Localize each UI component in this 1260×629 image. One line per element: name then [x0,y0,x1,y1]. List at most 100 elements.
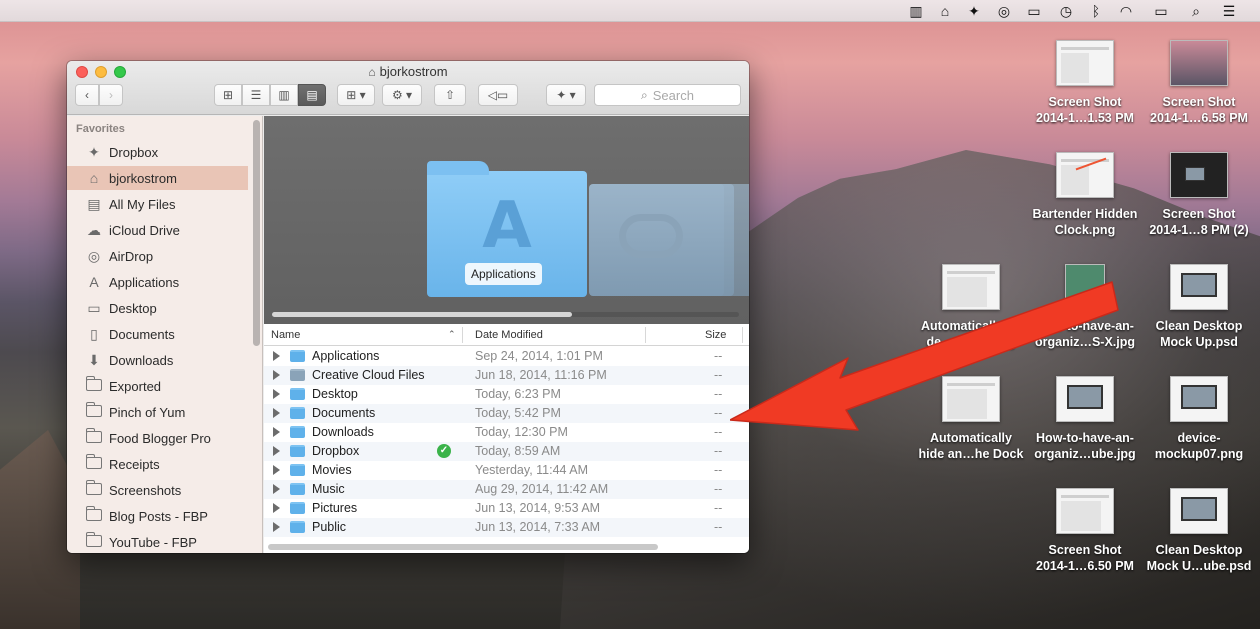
disclosure-triangle-icon[interactable] [273,503,280,513]
sidebar-item-label: Food Blogger Pro [109,430,211,446]
desktop-icon-item[interactable]: Screen Shot 2014-1…1.53 PM [1030,40,1140,126]
dropbox-menu-button[interactable]: ✦ ▾ [546,84,586,106]
sidebar-item-icloud-drive[interactable]: ☁ iCloud Drive [67,218,248,242]
cover-flow-pane[interactable]: A Applications [264,116,749,324]
sidebar-item-airdrop[interactable]: ◎ AirDrop [67,244,248,268]
folder-icon [290,369,305,381]
sidebar-item-youtube-fbp[interactable]: YouTube - FBP [67,530,248,553]
table-row[interactable]: Pictures Jun 13, 2014, 9:53 AM -- [264,499,749,518]
column-view-button[interactable]: ▥ [270,84,298,106]
sidebar-item-applications[interactable]: A Applications [67,270,248,294]
all-files-icon: ▤ [87,195,101,212]
sidebar-item-blog-posts-fbp[interactable]: Blog Posts - FBP [67,504,248,528]
sidebar-item-downloads[interactable]: ⬇ Downloads [67,348,248,372]
folder-icon [290,445,305,457]
action-button[interactable]: ⚙ ▾ [382,84,422,106]
table-row[interactable]: Music Aug 29, 2014, 11:42 AM -- [264,480,749,499]
table-row[interactable]: Creative Cloud Files Jun 18, 2014, 11:16 … [264,366,749,385]
battery-status-icon[interactable]: ▥ [905,2,927,20]
desktop-icon-item[interactable]: Screen Shot 2014-1…8 PM (2) [1144,152,1254,238]
folder-icon [290,464,305,476]
disclosure-triangle-icon[interactable] [273,389,280,399]
tags-button[interactable]: ◁▭ [478,84,518,106]
time-machine-icon[interactable]: ◷ [1055,2,1077,20]
spotlight-icon[interactable]: ⌕ [1185,2,1207,20]
sidebar-item-screenshots[interactable]: Screenshots [67,478,248,502]
column-header-date[interactable]: Date Modified [475,329,543,341]
cover-flow-label: Applications [465,263,542,285]
disclosure-triangle-icon[interactable] [273,351,280,361]
sidebar-item-desktop[interactable]: ▭ Desktop [67,296,248,320]
battery-icon[interactable]: ▭ [1150,2,1172,20]
sidebar-item-food-blogger-pro[interactable]: Food Blogger Pro [67,426,248,450]
disclosure-triangle-icon[interactable] [273,370,280,380]
creative-cloud-icon[interactable]: ◎ [993,2,1015,20]
file-thumbnail [1056,152,1114,198]
desktop-icon-item[interactable]: device-mockup07.png [1144,376,1254,462]
chevron-left-icon: ‹ [85,88,89,102]
title-bar: ⌂ bjorkostrom ‹ › ⊞ ☰ ▥ ▤ ⊞ ▾ ⚙ ▾ ⇧ ◁▭ ✦ … [67,61,749,115]
file-thumbnail [1056,40,1114,86]
cover-flow-selected-folder[interactable]: A Applications [427,161,587,297]
table-row[interactable]: Downloads Today, 12:30 PM -- [264,423,749,442]
sidebar-item-documents[interactable]: ▯ Documents [67,322,248,346]
desktop-icon-item[interactable]: Clean Desktop Mock Up.psd [1144,264,1254,350]
horizontal-scrollbar[interactable] [268,544,658,550]
dropbox-icon: ✦ ▾ [556,88,576,102]
desktop-icon-item[interactable]: Clean Desktop Mock U…ube.psd [1144,488,1254,574]
share-icon: ⇧ [444,88,456,102]
sidebar-scrollbar[interactable] [253,120,260,346]
dropbox-icon: ✦ [88,143,100,160]
icon-view-button[interactable]: ⊞ [214,84,242,106]
disclosure-triangle-icon[interactable] [273,446,280,456]
dropbox-icon[interactable]: ✦ [963,2,985,20]
disclosure-triangle-icon[interactable] [273,465,280,475]
desktop-icon-item[interactable]: Screen Shot 2014-1…6.58 PM [1144,40,1254,126]
bluetooth-icon[interactable]: ᛒ [1085,2,1107,20]
sidebar-item-receipts[interactable]: Receipts [67,452,248,476]
downloads-icon: ⬇ [88,351,100,368]
disclosure-triangle-icon[interactable] [273,484,280,494]
table-row[interactable]: Movies Yesterday, 11:44 AM -- [264,461,749,480]
disclosure-triangle-icon[interactable] [273,522,280,532]
airplay-icon[interactable]: ▭ [1023,2,1045,20]
folder-icon [83,428,105,446]
menu-bar: ▥ ⌂ ✦ ◎ ▭ ◷ ᛒ ◠ ▭ ⌕ ☰ [0,0,1260,22]
sidebar-item-exported[interactable]: Exported [67,374,248,398]
search-field[interactable]: ⌕ Search [594,84,741,106]
desktop-icon-item[interactable]: Bartender Hidden Clock.png [1030,152,1140,238]
sidebar-item-pinch-of-yum[interactable]: Pinch of Yum [67,400,248,424]
scroll-thumb[interactable] [272,312,572,317]
sidebar-item-dropbox[interactable]: ✦ Dropbox [67,140,248,164]
column-header-size[interactable]: Size [705,329,726,341]
folder-icon [290,388,305,400]
wifi-icon[interactable]: ◠ [1115,2,1137,20]
annotation-arrow [730,281,1119,431]
table-row[interactable]: Applications Sep 24, 2014, 1:01 PM -- [264,347,749,366]
table-row[interactable]: Documents Today, 5:42 PM -- [264,404,749,423]
table-row[interactable]: Public Jun 13, 2014, 7:33 AM -- [264,518,749,537]
cover-flow-view-button[interactable]: ▤ [298,84,326,106]
finder-window: ⌂ bjorkostrom ‹ › ⊞ ☰ ▥ ▤ ⊞ ▾ ⚙ ▾ ⇧ ◁▭ ✦ … [67,61,749,553]
column-header-name[interactable]: Name [271,329,300,341]
folder-icon [290,407,305,419]
cover-flow-scrollbar[interactable] [272,312,739,317]
home-icon[interactable]: ⌂ [934,2,956,20]
disclosure-triangle-icon[interactable] [273,408,280,418]
table-row[interactable]: Dropbox ✓ Today, 8:59 AM -- [264,442,749,461]
sidebar-item-bjorkostrom[interactable]: ⌂ bjorkostrom [67,166,248,190]
list-view-button[interactable]: ☰ [242,84,270,106]
creative-cloud-icon [619,214,683,258]
sidebar-item-all-my-files[interactable]: ▤ All My Files [67,192,248,216]
sidebar-item-label: Applications [109,274,180,290]
notification-center-icon[interactable]: ☰ [1218,2,1240,20]
back-button[interactable]: ‹ [75,84,99,106]
forward-button[interactable]: › [99,84,123,106]
share-button[interactable]: ⇧ [434,84,466,106]
sidebar-item-label: YouTube - FBP [109,534,197,550]
arrange-button[interactable]: ⊞ ▾ [337,84,375,106]
disclosure-triangle-icon[interactable] [273,427,280,437]
table-row[interactable]: Desktop Today, 6:23 PM -- [264,385,749,404]
cover-flow-folder[interactable] [589,184,724,296]
desktop-icon-item[interactable]: Screen Shot 2014-1…6.50 PM [1030,488,1140,574]
